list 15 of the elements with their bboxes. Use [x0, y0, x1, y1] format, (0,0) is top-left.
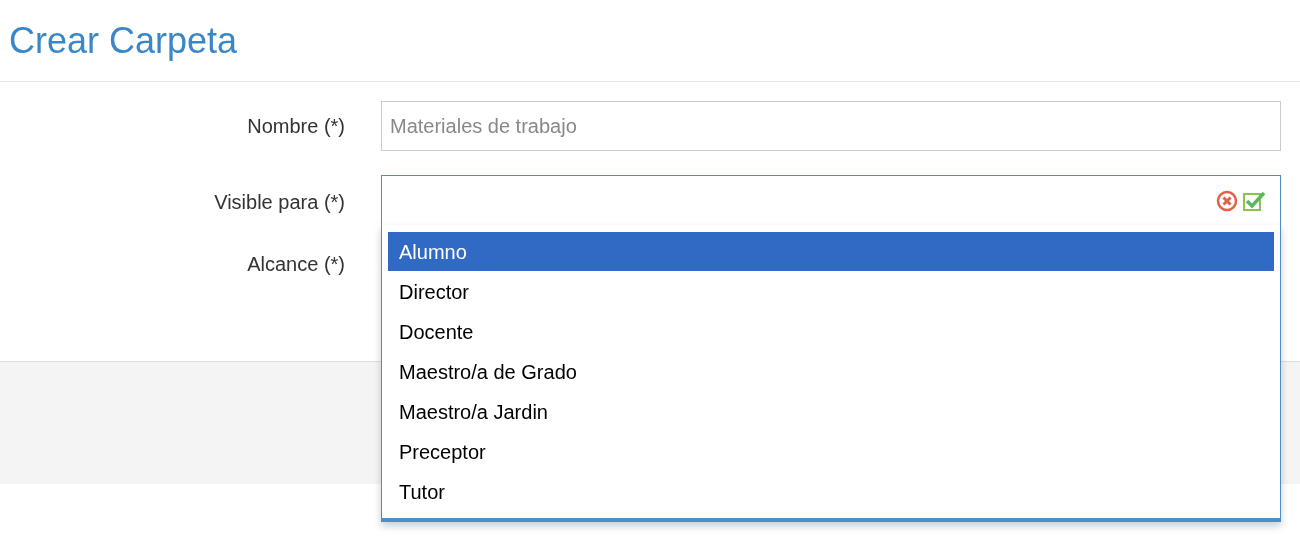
field-label: Visible para (*): [214, 190, 345, 215]
multi-select-field[interactable]: [381, 175, 1281, 225]
checkbox-tick-icon[interactable]: [1242, 189, 1266, 212]
dropdown-option[interactable]: Director: [388, 272, 1274, 311]
field-label: Nombre (*): [247, 114, 345, 139]
dropdown-option[interactable]: Tutor: [388, 472, 1274, 511]
dropdown-option[interactable]: Maestro/a Jardin: [388, 392, 1274, 431]
name-field[interactable]: Materiales de trabajo: [381, 101, 1281, 151]
field-label: Alcance (*): [247, 252, 345, 277]
dropdown-option[interactable]: Maestro/a de Grado: [388, 352, 1274, 391]
dropdown-option[interactable]: Alumno: [388, 232, 1274, 271]
page-title: Crear Carpeta: [9, 18, 238, 63]
dropdown-option[interactable]: Docente: [388, 312, 1274, 351]
dropdown-option[interactable]: Preceptor: [388, 432, 1274, 471]
clear-icon[interactable]: [1216, 189, 1238, 212]
